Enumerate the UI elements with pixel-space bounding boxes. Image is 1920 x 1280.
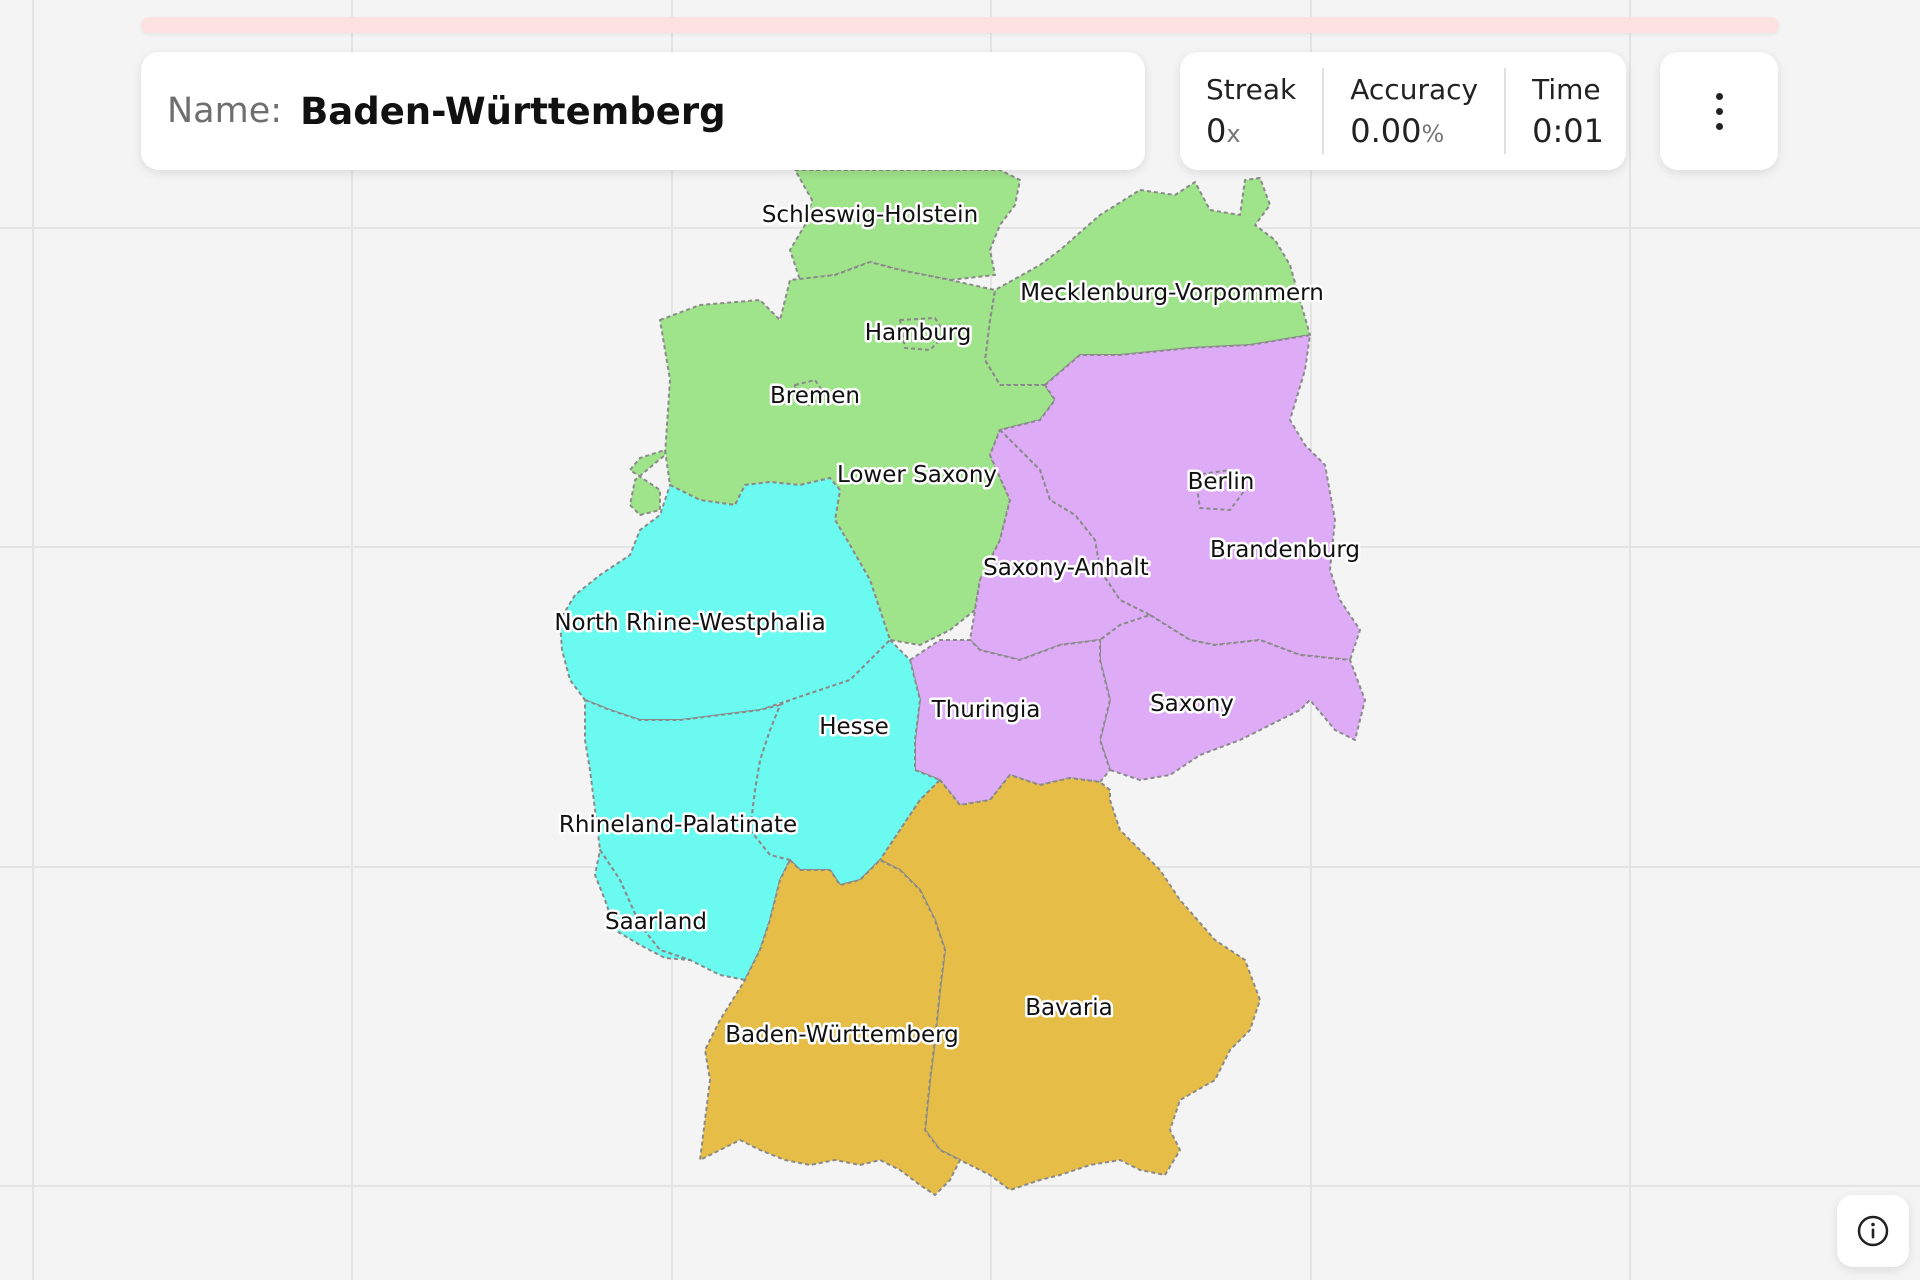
info-button[interactable] [1837,1195,1909,1267]
streak-value: 0 [1206,111,1227,150]
time-label: Time [1532,72,1601,106]
time-value: 0:01 [1532,111,1604,150]
label-brandenburg: Brandenburg [1210,537,1360,563]
label-bavaria: Bavaria [1025,995,1113,1021]
name-label: Name: [167,91,283,131]
streak-label: Streak [1206,72,1297,106]
label-thuringia: Thuringia [931,697,1041,723]
label-north-rhine-westphalia: North Rhine-Westphalia [554,610,825,636]
more-vertical-icon [1715,92,1723,130]
target-name: Baden-Württemberg [300,89,726,133]
germany-map[interactable]: Schleswig-Holstein Mecklenburg-Vorpommer… [0,0,1920,1280]
label-hesse: Hesse [819,714,889,740]
label-saxony-anhalt: Saxony-Anhalt [983,555,1149,581]
label-mecklenburg-vorpommern: Mecklenburg-Vorpommern [1020,280,1324,306]
label-lower-saxony: Lower Saxony [837,462,997,488]
label-berlin: Berlin [1188,469,1255,495]
accuracy-label: Accuracy [1350,72,1479,106]
menu-button[interactable] [1660,52,1778,170]
streak-unit: x [1226,119,1241,148]
label-schleswig-holstein: Schleswig-Holstein [762,202,978,228]
label-saxony: Saxony [1150,691,1234,717]
label-hamburg: Hamburg [865,320,972,346]
label-bremen: Bremen [770,383,860,409]
accuracy-value: 0.00 [1350,111,1422,150]
info-icon [1857,1215,1889,1247]
label-baden-wuerttemberg: Baden-Württemberg [725,1022,959,1048]
name-prompt-card: Name: Baden-Württemberg [141,52,1145,170]
label-saarland: Saarland [605,909,707,935]
accuracy-stat: Accuracy 0.00% [1322,68,1504,154]
streak-stat: Streak 0x [1180,68,1322,154]
accuracy-unit: % [1421,119,1445,148]
time-stat: Time 0:01 [1504,68,1630,154]
label-rhineland-palatinate: Rhineland-Palatinate [559,812,797,838]
stats-card: Streak 0x Accuracy 0.00% Time 0:01 [1180,52,1626,170]
